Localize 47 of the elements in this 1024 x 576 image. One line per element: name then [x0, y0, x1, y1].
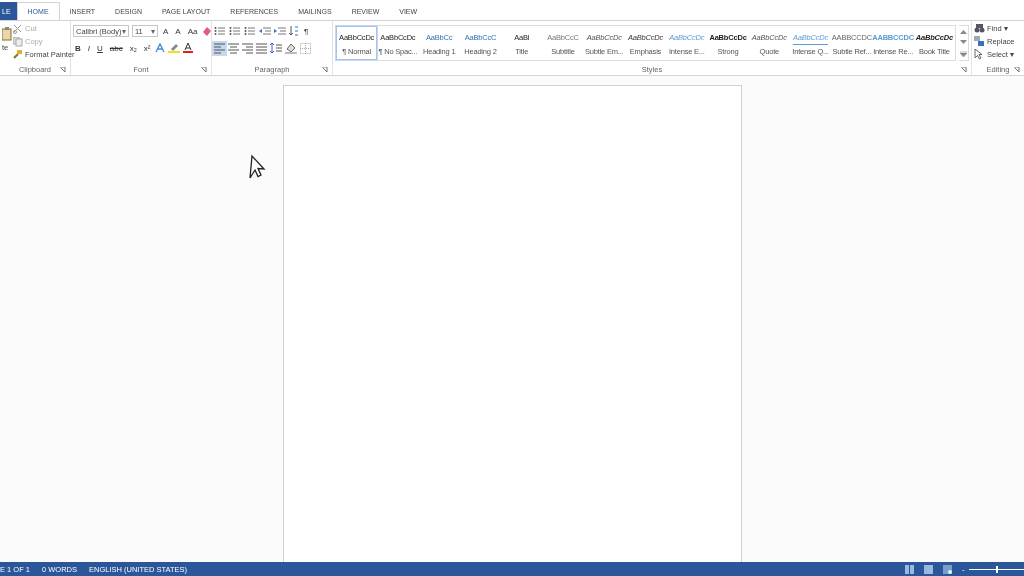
- font-button[interactable]: A: [173, 26, 183, 36]
- highlighter-icon[interactable]: [168, 43, 181, 53]
- font-button[interactable]: A: [161, 26, 171, 36]
- align-right-icon[interactable]: [242, 42, 253, 54]
- shading-icon[interactable]: [285, 42, 297, 54]
- bullets-icon[interactable]: [214, 26, 226, 36]
- web-layout-icon[interactable]: [943, 564, 952, 574]
- show-marks-button[interactable]: ¶: [302, 26, 311, 36]
- clipboard-icon: [2, 27, 12, 41]
- font-button[interactable]: abc: [107, 43, 125, 53]
- scissors-icon: [13, 23, 23, 34]
- dialog-launcher-icon[interactable]: [961, 67, 967, 73]
- dialog-launcher-icon[interactable]: [1014, 67, 1020, 73]
- binoculars-icon: [974, 23, 985, 34]
- sort-icon[interactable]: [289, 26, 299, 36]
- dialog-launcher-icon[interactable]: [201, 67, 207, 73]
- cursor-icon: [974, 49, 985, 60]
- font-button[interactable]: B: [73, 43, 83, 53]
- zoom-thumb[interactable]: [996, 565, 999, 573]
- font-button[interactable]: x²: [141, 43, 153, 53]
- font-color-icon[interactable]: [183, 43, 194, 53]
- line-spacing-icon[interactable]: [270, 42, 282, 54]
- font-button[interactable]: x₂: [127, 43, 139, 53]
- more-icon[interactable]: [960, 51, 967, 57]
- numbering-icon[interactable]: [229, 26, 241, 36]
- mouse-pointer-icon: [248, 154, 266, 180]
- copy-icon: [13, 36, 23, 47]
- dialog-launcher-icon[interactable]: [60, 67, 66, 73]
- decrease-indent-icon[interactable]: [259, 26, 271, 36]
- print-layout-icon[interactable]: [924, 564, 933, 574]
- brush-icon: [13, 49, 23, 60]
- scroll-up-icon[interactable]: [960, 29, 967, 34]
- zoom-slider[interactable]: -: [962, 564, 1024, 574]
- eraser-icon[interactable]: [202, 26, 213, 36]
- justify-icon[interactable]: [256, 42, 267, 54]
- font-button[interactable]: I: [85, 43, 92, 53]
- font-button[interactable]: U: [95, 43, 105, 53]
- replace-icon: [974, 36, 985, 47]
- multilevel-list-icon[interactable]: [244, 26, 256, 36]
- font-button[interactable]: Aa: [185, 26, 200, 36]
- align-center-icon[interactable]: [228, 42, 239, 54]
- text-effects-icon[interactable]: [155, 43, 166, 53]
- dialog-launcher-icon[interactable]: [322, 67, 328, 73]
- increase-indent-icon[interactable]: [274, 26, 286, 36]
- read-mode-icon[interactable]: [905, 564, 914, 574]
- gallery-scrollbar[interactable]: [959, 25, 969, 61]
- scroll-down-icon[interactable]: [960, 40, 967, 45]
